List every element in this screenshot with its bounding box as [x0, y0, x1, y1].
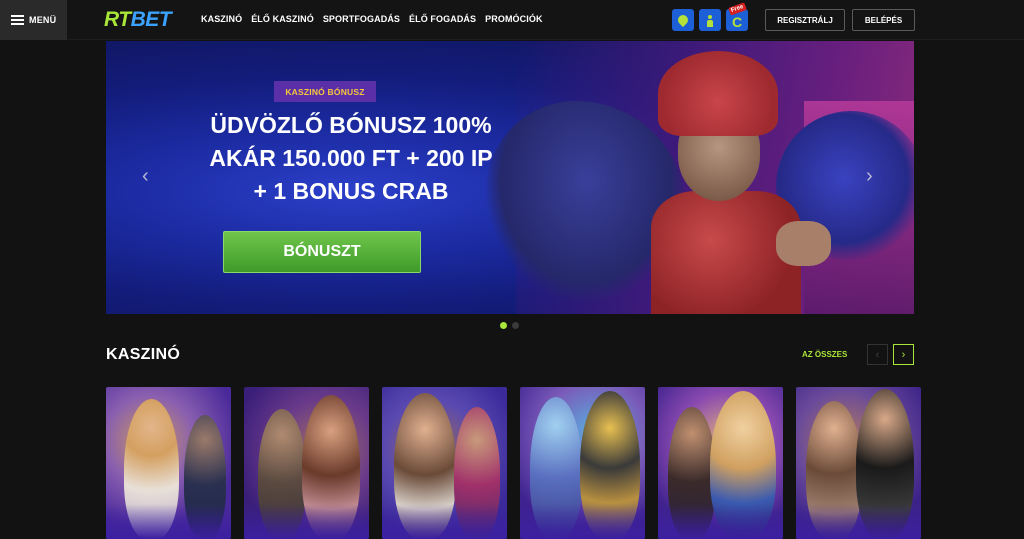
logo-part-2: BET — [130, 8, 172, 31]
hero-headline-line-1: ÜDVÖZLŐ BÓNUSZ 100% — [210, 112, 492, 138]
hero-headline: ÜDVÖZLŐ BÓNUSZ 100% AKÁR 150.000 FT + 20… — [146, 109, 556, 208]
nav-live-betting[interactable]: ÉLŐ FOGADÁS — [409, 14, 476, 24]
menu-button[interactable]: MENÜ — [0, 0, 67, 40]
game-tile-4[interactable] — [520, 387, 645, 539]
game-tile-5[interactable] — [658, 387, 783, 539]
character-hand — [776, 221, 831, 266]
see-all-link[interactable]: AZ ÖSSZES — [802, 350, 847, 359]
game-tile-1[interactable] — [106, 387, 231, 539]
carousel-dot-1[interactable] — [500, 322, 507, 329]
register-button[interactable]: REGISZTRÁLJ — [765, 9, 845, 31]
hero-headline-line-3: + 1 BONUS CRAB — [253, 178, 449, 204]
free-cashback-icon: C — [731, 13, 743, 30]
main-nav: KASZINÓ ÉLŐ KASZINÓ SPORTFOGADÁS ÉLŐ FOG… — [201, 14, 543, 24]
location-button[interactable] — [672, 9, 694, 31]
nav-casino[interactable]: KASZINÓ — [201, 14, 242, 24]
carousel-prev-icon[interactable]: ‹ — [867, 344, 888, 365]
carousel-next-icon[interactable]: › — [893, 344, 914, 365]
nav-live-casino[interactable]: ÉLŐ KASZINÓ — [251, 14, 314, 24]
game-tile-3[interactable] — [382, 387, 507, 539]
hero-character-art — [626, 51, 836, 314]
hamburger-icon — [11, 15, 24, 25]
menu-label: MENÜ — [29, 15, 57, 25]
person-icon — [707, 14, 713, 27]
logo[interactable]: RTBET — [104, 8, 172, 32]
game-list — [106, 387, 921, 539]
nav-promotions[interactable]: PROMÓCIÓK — [485, 14, 542, 24]
carousel-dot-2[interactable] — [512, 322, 519, 329]
carousel-dots — [500, 322, 519, 329]
hero-banner: KASZINÓ BÓNUSZ ÜDVÖZLŐ BÓNUSZ 100% AKÁR … — [106, 41, 914, 314]
profile-button[interactable] — [699, 9, 721, 31]
hero-badge: KASZINÓ BÓNUSZ — [274, 81, 376, 102]
hero-prev-arrow-icon[interactable]: ‹ — [142, 165, 149, 188]
hero-next-arrow-icon[interactable]: › — [866, 165, 873, 188]
hero-headline-line-2: AKÁR 150.000 FT + 200 IP — [209, 145, 493, 171]
location-icon — [675, 12, 691, 28]
top-bar: MENÜ RTBET KASZINÓ ÉLŐ KASZINÓ SPORTFOGA… — [0, 0, 1024, 40]
character-hat — [658, 51, 778, 136]
game-tile-2[interactable] — [244, 387, 369, 539]
bonus-cta-button[interactable]: BÓNUSZT — [223, 231, 421, 273]
logo-part-1: RT — [104, 8, 131, 31]
login-button[interactable]: BELÉPÉS — [852, 9, 915, 31]
nav-sports-betting[interactable]: SPORTFOGADÁS — [323, 14, 400, 24]
free-cashback-button[interactable]: Free C — [726, 2, 748, 31]
casino-section-title: KASZINÓ — [106, 346, 181, 363]
game-tile-6[interactable] — [796, 387, 921, 539]
